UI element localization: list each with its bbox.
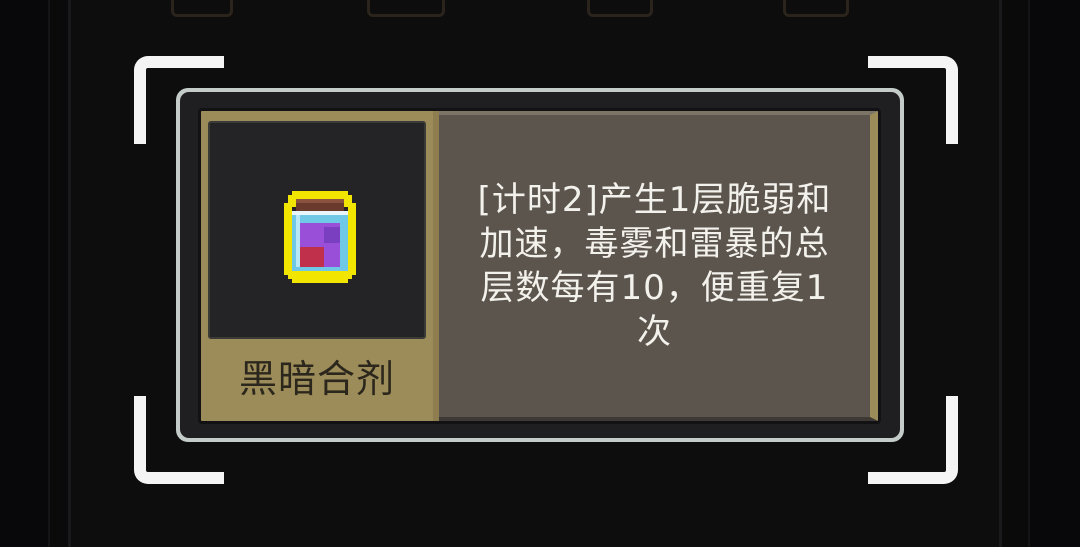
item-tooltip: 黑暗合剂 [计时2]产生1层脆弱和加速，毒雾和雷暴的总层数每有10，便重复1次	[176, 88, 904, 442]
item-icon-slot	[208, 121, 426, 339]
background-item-slot	[587, 0, 653, 17]
background-item-slot	[367, 0, 445, 17]
tooltip-body: 黑暗合剂 [计时2]产生1层脆弱和加速，毒雾和雷暴的总层数每有10，便重复1次	[198, 108, 881, 424]
item-description: [计时2]产生1层脆弱和加速，毒雾和雷暴的总层数每有10，便重复1次	[477, 180, 832, 352]
potion-icon	[284, 191, 356, 283]
background-item-slot	[783, 0, 849, 17]
item-name: 黑暗合剂	[238, 357, 395, 401]
tooltip-frame: 黑暗合剂 [计时2]产生1层脆弱和加速，毒雾和雷暴的总层数每有10，便重复1次	[180, 92, 900, 438]
description-panel: [计时2]产生1层脆弱和加速，毒雾和雷暴的总层数每有10，便重复1次	[439, 111, 878, 421]
item-panel: 黑暗合剂	[201, 111, 439, 421]
left-wall	[0, 0, 50, 547]
background-item-slot	[171, 0, 233, 17]
right-wall	[1028, 0, 1080, 547]
